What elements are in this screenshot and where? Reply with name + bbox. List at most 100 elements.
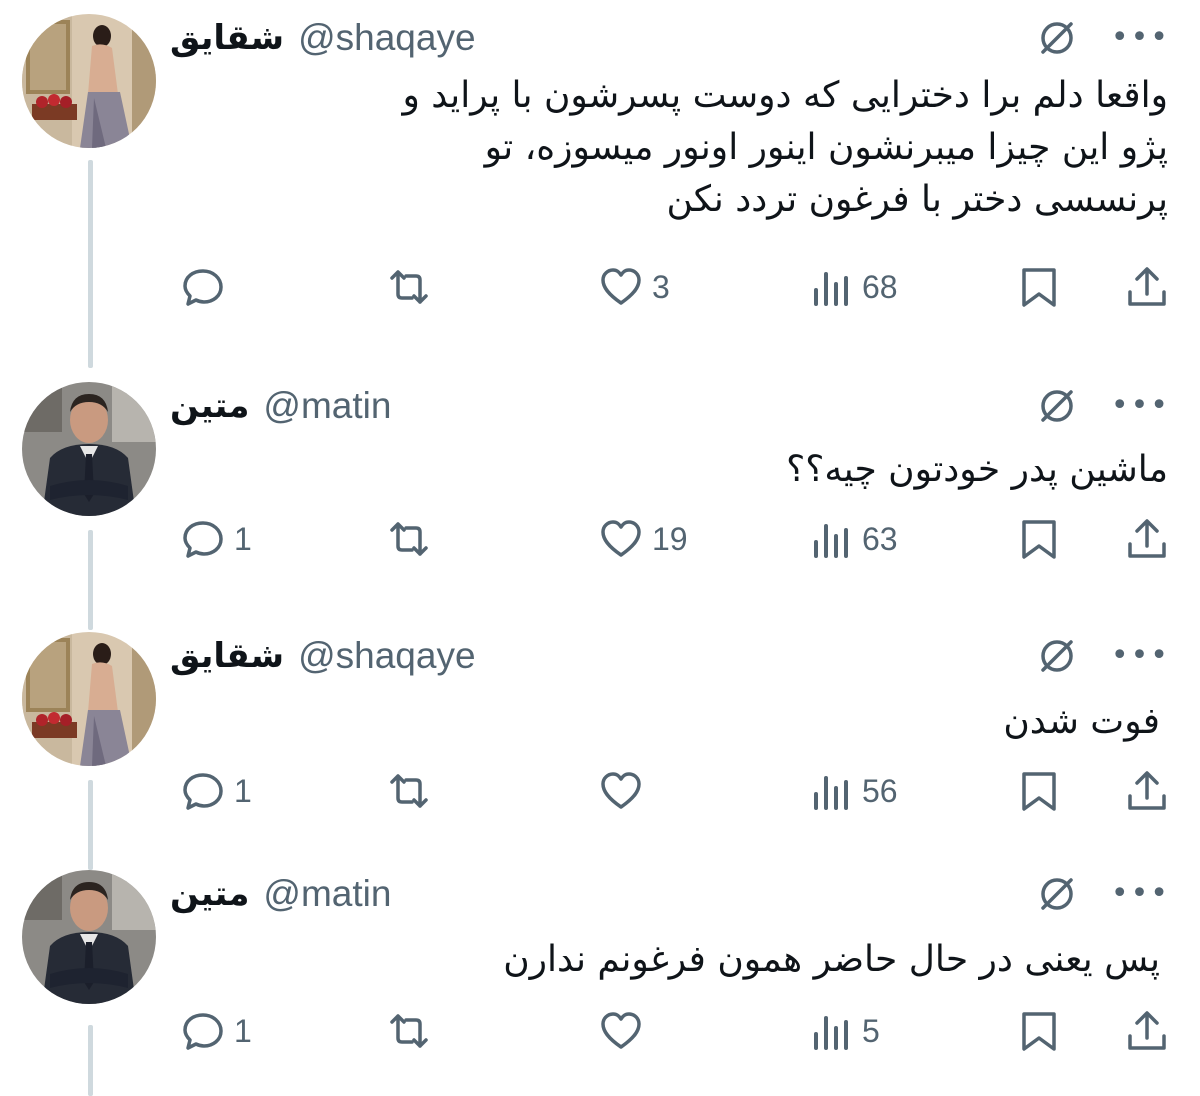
retweet-icon [390, 270, 428, 304]
reply-icon [183, 1013, 223, 1050]
tweet[interactable]: شقایق @shaqaye ••• واقعا دلم برا دخترایی… [0, 14, 1200, 344]
reply-button[interactable]: 1 [180, 1006, 252, 1056]
like-button[interactable] [598, 766, 652, 816]
reply-button[interactable]: 1 [180, 514, 252, 564]
bookmark-icon [1022, 268, 1056, 307]
like-button[interactable]: 3 [598, 262, 670, 312]
avatar[interactable] [22, 632, 156, 766]
retweet-button[interactable] [386, 1006, 440, 1056]
tweet-text: فوت شدن [1003, 701, 1160, 742]
views-button[interactable]: 5 [808, 1006, 880, 1056]
more-options-icon[interactable]: ••• [1111, 874, 1170, 914]
tweet-top-icons: ••• [1037, 386, 1170, 426]
reply-icon [183, 269, 223, 306]
reply-button[interactable]: 1 [180, 766, 252, 816]
woman-in-gown-avatar [22, 14, 156, 148]
retweet-icon [390, 774, 428, 808]
bookmark-button[interactable] [1016, 766, 1062, 816]
grok-icon[interactable] [1037, 18, 1077, 58]
bookmark-icon [1022, 1012, 1056, 1051]
tweet-actions: 1 5 [180, 1006, 1170, 1056]
retweet-icon [390, 522, 428, 556]
tweet-text: پس یعنی در حال حاضر همون فرغونم ندارن [503, 939, 1160, 980]
bookmark-button[interactable] [1016, 262, 1062, 312]
handle[interactable]: @matin [263, 873, 391, 915]
tweet-actions: 1 56 [180, 766, 1170, 816]
woman-in-gown-avatar [22, 632, 156, 766]
retweet-button[interactable] [386, 766, 440, 816]
handle[interactable]: @matin [263, 385, 391, 427]
view-count: 5 [862, 1012, 880, 1049]
tweet-header: متین @matin [170, 382, 391, 430]
grok-icon[interactable] [1037, 874, 1077, 914]
retweet-icon [390, 1014, 428, 1048]
reply-icon [183, 773, 223, 810]
retweet-button[interactable] [386, 514, 440, 564]
more-options-icon[interactable]: ••• [1111, 386, 1170, 426]
reply-count: 1 [234, 520, 252, 557]
share-icon [1128, 519, 1166, 558]
handle[interactable]: @shaqaye [298, 635, 475, 677]
share-icon [1128, 1011, 1166, 1050]
tweet-top-icons: ••• [1037, 874, 1170, 914]
views-button[interactable]: 68 [808, 262, 898, 312]
views-button[interactable]: 63 [808, 514, 898, 564]
like-count: 3 [652, 268, 670, 305]
tweet-header: شقایق @shaqaye [170, 14, 476, 62]
man-in-suit-avatar [22, 870, 156, 1004]
view-count: 56 [862, 772, 898, 809]
heart-icon [601, 1012, 641, 1049]
tweet-top-icons: ••• [1037, 636, 1170, 676]
share-icon [1128, 771, 1166, 810]
tweet-header: متین @matin [170, 870, 391, 918]
reply-button[interactable] [180, 262, 234, 312]
tweet-header: شقایق @shaqaye [170, 632, 476, 680]
display-name[interactable]: متین [170, 386, 249, 426]
avatar[interactable] [22, 870, 156, 1004]
views-icon [814, 776, 848, 810]
avatar[interactable] [22, 14, 156, 148]
tweet-text: واقعا دلم برا دخترایی که دوست پسرشون با … [402, 75, 1168, 220]
view-count: 63 [862, 520, 898, 557]
tweet-top-icons: ••• [1037, 18, 1170, 58]
tweet-actions: 1 19 63 [180, 514, 1170, 564]
reply-icon [183, 521, 223, 558]
like-button[interactable] [598, 1006, 652, 1056]
views-icon [814, 1016, 848, 1050]
more-options-icon[interactable]: ••• [1111, 18, 1170, 58]
tweet-text: ماشین پدر خودتون چیه؟؟ [786, 449, 1168, 490]
tweet-actions: 3 68 [180, 262, 1170, 312]
tweet[interactable]: شقایق @shaqaye ••• فوت شدن 1 56 [0, 632, 1200, 832]
display-name[interactable]: شقایق [170, 636, 284, 676]
grok-icon[interactable] [1037, 636, 1077, 676]
tweet[interactable]: متین @matin ••• پس یعنی در حال حاضر همون… [0, 870, 1200, 1070]
like-button[interactable]: 19 [598, 514, 688, 564]
bookmark-button[interactable] [1016, 1006, 1062, 1056]
handle[interactable]: @shaqaye [298, 17, 475, 59]
heart-icon [601, 772, 641, 809]
bookmark-icon [1022, 772, 1056, 811]
heart-icon [601, 268, 641, 305]
display-name[interactable]: متین [170, 874, 249, 914]
views-button[interactable]: 56 [808, 766, 898, 816]
reply-count: 1 [234, 1012, 252, 1049]
view-count: 68 [862, 268, 898, 305]
share-icon [1128, 267, 1166, 306]
display-name[interactable]: شقایق [170, 18, 284, 58]
bookmark-icon [1022, 520, 1056, 559]
tweet[interactable]: متین @matin ••• ماشین پدر خودتون چیه؟؟ 1… [0, 382, 1200, 582]
like-count: 19 [652, 520, 688, 557]
share-button[interactable] [1124, 766, 1170, 816]
views-icon [814, 524, 848, 558]
share-button[interactable] [1124, 514, 1170, 564]
share-button[interactable] [1124, 262, 1170, 312]
heart-icon [601, 520, 641, 557]
views-icon [814, 272, 848, 306]
man-in-suit-avatar [22, 382, 156, 516]
retweet-button[interactable] [386, 262, 440, 312]
grok-icon[interactable] [1037, 386, 1077, 426]
share-button[interactable] [1124, 1006, 1170, 1056]
more-options-icon[interactable]: ••• [1111, 636, 1170, 676]
bookmark-button[interactable] [1016, 514, 1062, 564]
avatar[interactable] [22, 382, 156, 516]
